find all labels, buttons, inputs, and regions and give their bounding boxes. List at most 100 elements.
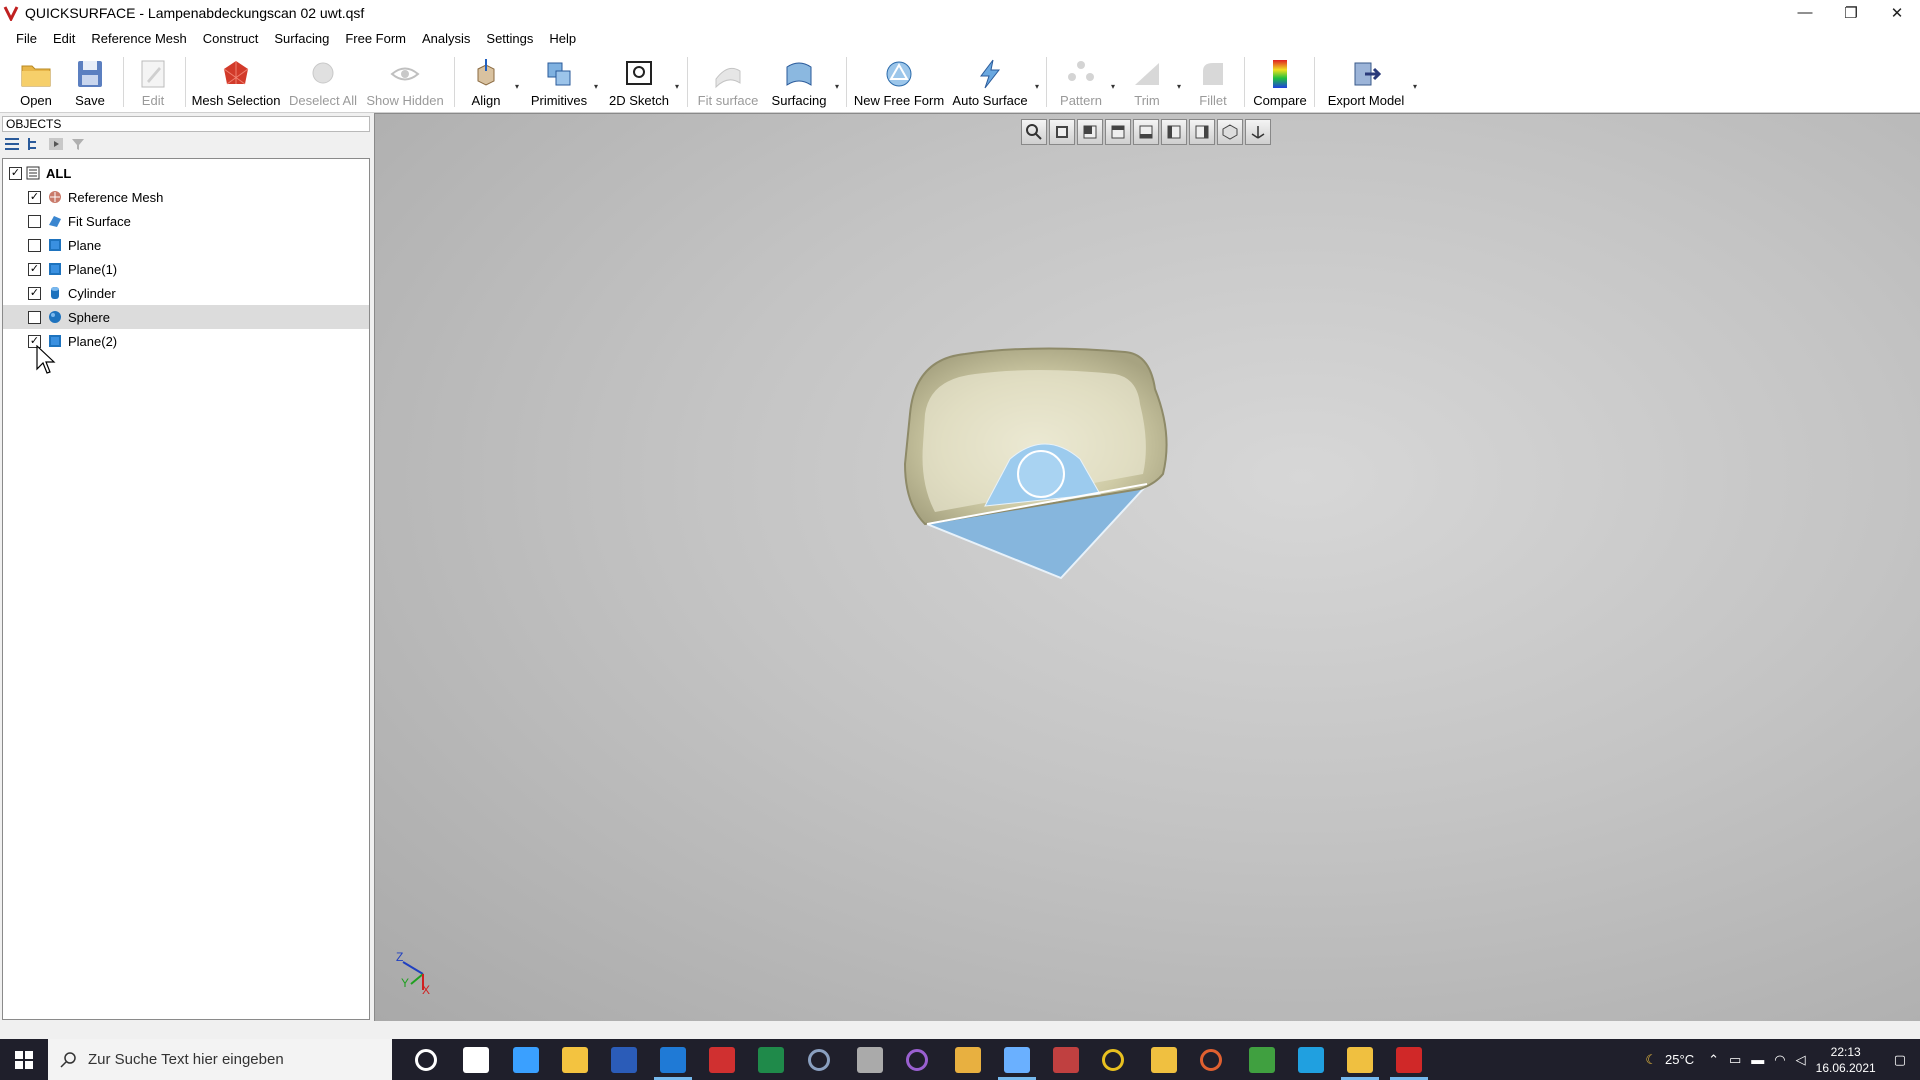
chevron-up-icon[interactable]: ⌃	[1708, 1052, 1719, 1068]
restore-button[interactable]: ❐	[1828, 0, 1874, 25]
align-dropdown[interactable]: ▾	[512, 57, 522, 111]
menu-help[interactable]: Help	[541, 31, 584, 46]
view-back-icon[interactable]	[1077, 119, 1103, 145]
tree-view-icon[interactable]	[26, 136, 42, 152]
fit-surface-button[interactable]: Fit surface	[698, 57, 758, 111]
menu-free-form[interactable]: Free Form	[337, 31, 414, 46]
visibility-checkbox[interactable]	[28, 310, 41, 324]
trim-dropdown[interactable]: ▾	[1174, 57, 1184, 111]
tree-row-cylinder[interactable]: ✓ Cylinder	[3, 281, 369, 305]
taskbar-search-box[interactable]: Zur Suche Text hier eingeben	[48, 1039, 392, 1080]
open-button[interactable]: Open	[16, 57, 56, 111]
c-app-icon[interactable]	[1298, 1047, 1324, 1073]
cube-app-icon[interactable]	[857, 1047, 883, 1073]
word-icon[interactable]	[611, 1047, 637, 1073]
surfacing-dropdown[interactable]: ▾	[832, 57, 842, 111]
menu-surfacing[interactable]: Surfacing	[266, 31, 337, 46]
filter-icon[interactable]	[70, 136, 86, 152]
todo-app-icon[interactable]	[562, 1047, 588, 1073]
menu-file[interactable]: File	[8, 31, 45, 46]
compare-button[interactable]: Compare	[1253, 57, 1307, 111]
2d-sketch-dropdown[interactable]: ▾	[672, 57, 682, 111]
3d-viewport[interactable]: Z Y X	[374, 113, 1920, 1021]
view-top-icon[interactable]	[1105, 119, 1131, 145]
visibility-checkbox[interactable]: ✓	[28, 286, 41, 300]
new-free-form-button[interactable]: New Free Form	[854, 57, 944, 111]
notifications-icon[interactable]: ▢	[1894, 1052, 1906, 1068]
auto-surface-button[interactable]: Auto Surface	[952, 57, 1028, 111]
primitives-button[interactable]: Primitives	[531, 57, 587, 111]
settings-app-icon[interactable]	[808, 1049, 830, 1071]
visibility-checkbox[interactable]	[28, 214, 41, 228]
folder-app-icon[interactable]	[1347, 1047, 1373, 1073]
browser-app-icon[interactable]	[906, 1049, 928, 1071]
android-app-icon[interactable]	[1249, 1047, 1275, 1073]
tool-app-icon[interactable]	[955, 1047, 981, 1073]
quicksurface-taskbar-icon[interactable]	[1396, 1047, 1422, 1073]
search-app-icon[interactable]	[709, 1047, 735, 1073]
visibility-checkbox[interactable]	[28, 238, 41, 252]
auto-surface-dropdown[interactable]: ▾	[1032, 57, 1042, 111]
expand-icon[interactable]	[48, 136, 64, 152]
align-button[interactable]: Align	[466, 57, 506, 111]
zoom-fit-icon[interactable]	[1021, 119, 1047, 145]
trim-button[interactable]: Trim	[1126, 57, 1168, 111]
clock-app-icon[interactable]	[1200, 1049, 1222, 1071]
plane-app-icon[interactable]	[1004, 1047, 1030, 1073]
outlook-icon[interactable]	[660, 1047, 686, 1073]
pattern-dropdown[interactable]: ▾	[1108, 57, 1118, 111]
gem-app-icon[interactable]	[1053, 1047, 1079, 1073]
tree-row-reference-mesh[interactable]: ✓ Reference Mesh	[3, 185, 369, 209]
view-left-icon[interactable]	[1161, 119, 1187, 145]
view-front-icon[interactable]	[1049, 119, 1075, 145]
pattern-button[interactable]: Pattern	[1058, 57, 1104, 111]
view-iso-icon[interactable]	[1217, 119, 1243, 145]
volume-icon[interactable]: ◁	[1796, 1052, 1806, 1068]
list-view-icon[interactable]	[4, 136, 20, 152]
view-axes-icon[interactable]	[1245, 119, 1271, 145]
export-model-dropdown[interactable]: ▾	[1410, 57, 1420, 111]
deselect-all-button[interactable]: Deselect All	[289, 57, 357, 111]
phone-app-icon[interactable]	[513, 1047, 539, 1073]
temperature[interactable]: 25°C	[1665, 1052, 1694, 1067]
minimize-button[interactable]: —	[1782, 0, 1828, 25]
plane-circle[interactable]	[1017, 450, 1065, 498]
file-explorer-icon[interactable]	[1151, 1047, 1177, 1073]
primitives-dropdown[interactable]: ▾	[591, 57, 601, 111]
tree-row-plane[interactable]: Plane	[3, 233, 369, 257]
visibility-checkbox[interactable]: ✓	[28, 190, 41, 204]
menu-edit[interactable]: Edit	[45, 31, 83, 46]
tree-row-sphere[interactable]: Sphere	[3, 305, 369, 329]
2d-sketch-button[interactable]: 2D Sketch	[609, 57, 669, 111]
view-bottom-icon[interactable]	[1133, 119, 1159, 145]
export-model-button[interactable]: Export Model	[1328, 57, 1404, 111]
excel-icon[interactable]	[758, 1047, 784, 1073]
save-button[interactable]: Save	[72, 57, 108, 111]
battery-icon[interactable]: ▬	[1751, 1052, 1764, 1067]
close-button[interactable]: ✕	[1874, 0, 1920, 25]
lamp-cover-model[interactable]	[885, 334, 1185, 654]
start-button[interactable]	[0, 1039, 48, 1080]
wifi-icon[interactable]: ◠	[1774, 1052, 1785, 1068]
tree-row-fit-surface[interactable]: Fit Surface	[3, 209, 369, 233]
show-hidden-button[interactable]: Show Hidden	[366, 57, 444, 111]
view-right-icon[interactable]	[1189, 119, 1215, 145]
moon-weather-icon[interactable]: ☾	[1645, 1052, 1657, 1068]
fillet-button[interactable]: Fillet	[1192, 57, 1234, 111]
task-view-icon[interactable]	[463, 1047, 489, 1073]
menu-settings[interactable]: Settings	[478, 31, 541, 46]
visibility-checkbox[interactable]: ✓	[28, 262, 41, 276]
menu-construct[interactable]: Construct	[195, 31, 267, 46]
cortana-icon[interactable]	[415, 1049, 437, 1071]
network-icon[interactable]: ▭	[1729, 1052, 1741, 1068]
tree-row-plane-1[interactable]: ✓ Plane(1)	[3, 257, 369, 281]
clock[interactable]: 22:13 16.06.2021	[1816, 1044, 1876, 1076]
chrome-icon[interactable]	[1102, 1049, 1124, 1071]
edit-button[interactable]: Edit	[135, 57, 171, 111]
checkbox-all[interactable]: ✓	[9, 166, 22, 180]
menu-analysis[interactable]: Analysis	[414, 31, 478, 46]
surfacing-button[interactable]: Surfacing	[772, 57, 826, 111]
menu-reference-mesh[interactable]: Reference Mesh	[83, 31, 194, 46]
tree-row-all[interactable]: ✓ ALL	[3, 161, 369, 185]
tree-row-plane-2[interactable]: ✓ Plane(2)	[3, 329, 369, 353]
